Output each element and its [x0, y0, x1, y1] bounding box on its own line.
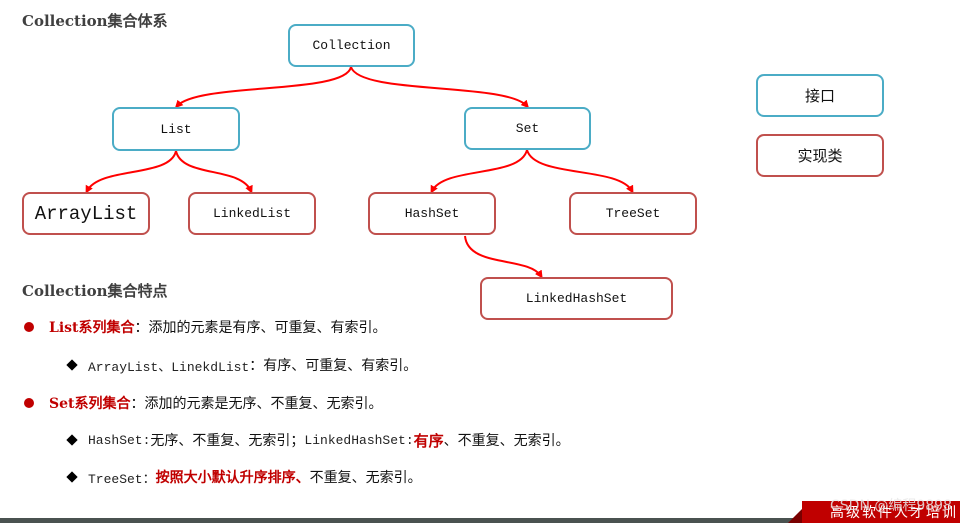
list-feature-text: ：添加的元素是有序、可重复、有索引。 [134, 320, 387, 336]
linkedhashset-text: 、不重复、无索引。 [443, 433, 570, 449]
set-feature-text: ：添加的元素是无序、不重复、无索引。 [130, 396, 383, 412]
edge-collection-list [174, 66, 352, 109]
watermark: CSDN @编程9898 [830, 498, 952, 514]
node-list: List [112, 107, 240, 151]
node-collection: Collection [288, 24, 415, 67]
node-set: Set [464, 107, 591, 150]
list-feature-bullet: List系列集合 ：添加的元素是有序、可重复、有索引。 [24, 317, 387, 337]
set-sub-bullet-treeset: TreeSet： 按照大小默认升序排序、 不重复、无索引。 [66, 467, 422, 487]
linkedhashset-highlight: 有序 [413, 431, 444, 450]
bullet-dot-icon [24, 398, 34, 408]
features-title: Collection集合特点 [22, 282, 168, 300]
legend-interface: 接口 [756, 74, 884, 117]
list-feature-highlight: List系列集合 [49, 320, 135, 336]
diamond-bullet-icon [66, 359, 78, 371]
bullet-dot-icon [24, 322, 34, 332]
legend-class: 实现类 [756, 134, 884, 177]
edge-set-treeset [526, 149, 634, 194]
set-sub-bullet-hashset: HashSet: 无序、不重复、无索引； LinkedHashSet: 有序 、… [66, 430, 570, 450]
diamond-bullet-icon [66, 471, 78, 483]
treeset-code: TreeSet： [88, 471, 156, 487]
edge-hashset-linkedhashset [464, 235, 543, 279]
edge-list-linkedlist [175, 150, 253, 194]
list-sub-bullet: ArrayList、LinekdList ：有序、可重复、有索引。 [66, 355, 417, 375]
edge-list-arraylist [85, 150, 177, 194]
linkedhashset-code: LinkedHashSet: [304, 432, 414, 448]
edge-set-hashset [430, 149, 528, 194]
set-feature-bullet: Set系列集合 ：添加的元素是无序、不重复、无索引。 [24, 393, 382, 413]
diamond-bullet-icon [66, 434, 78, 446]
node-arraylist: ArrayList [22, 192, 150, 235]
node-hashset: HashSet [368, 192, 496, 235]
set-feature-highlight: Set系列集合 [49, 396, 131, 412]
treeset-highlight: 按照大小默认升序排序、 [155, 470, 310, 486]
list-sub-code: ArrayList、LinekdList [88, 359, 250, 375]
list-sub-text: ：有序、可重复、有索引。 [249, 358, 418, 374]
node-treeset: TreeSet [569, 192, 697, 235]
edge-collection-set [350, 66, 530, 109]
hashset-text: 无序、不重复、无索引； [150, 433, 305, 449]
node-linkedlist: LinkedList [188, 192, 316, 235]
node-linkedhashset: LinkedHashSet [480, 277, 673, 320]
treeset-text: 不重复、无索引。 [309, 470, 422, 486]
hashset-code: HashSet: [88, 432, 151, 448]
